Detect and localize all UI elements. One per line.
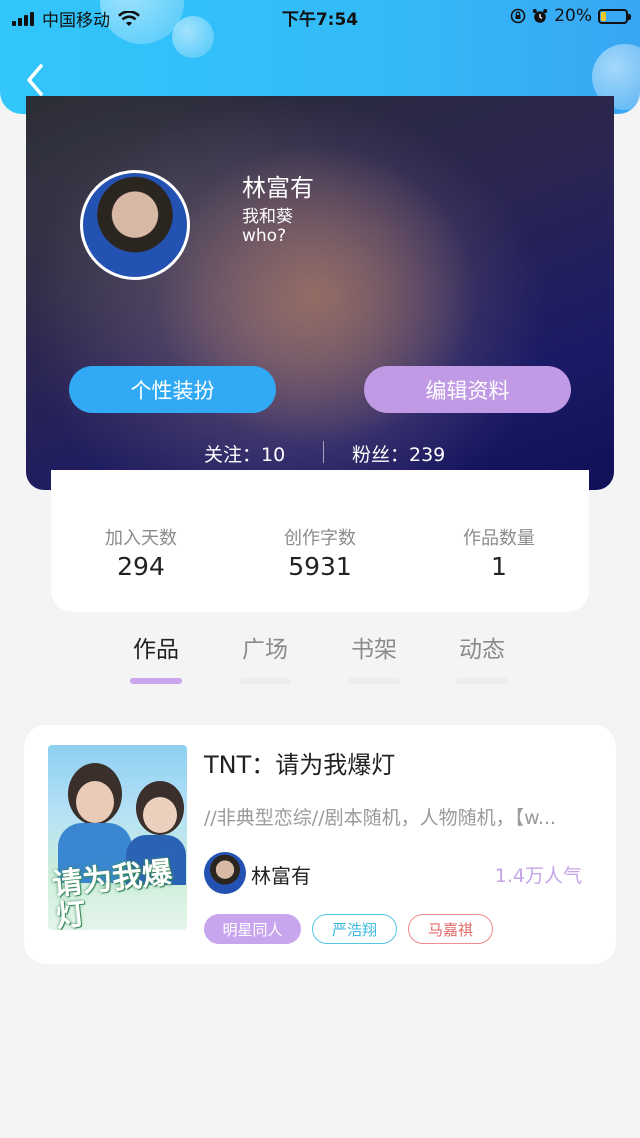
status-bar: 中国移动 下午7:54 20%	[0, 0, 640, 34]
stat-works-count: 作品数量 1	[409, 524, 589, 581]
tab-square[interactable]: 广场	[225, 630, 305, 684]
stat-word-count: 创作字数 5931	[230, 524, 410, 581]
battery-icon	[598, 8, 631, 24]
tab-label: 动态	[459, 637, 505, 663]
cover-title: 请为我爆灯	[50, 855, 174, 930]
stats-panel: 加入天数 294 创作字数 5931 作品数量 1	[51, 470, 589, 612]
stat-value: 5931	[288, 552, 352, 581]
tag-ma-jiaqi[interactable]: 马嘉祺	[408, 914, 493, 944]
author-avatar[interactable]	[204, 852, 246, 894]
stat-value: 294	[117, 552, 165, 581]
tab-bookshelf[interactable]: 书架	[334, 630, 414, 684]
work-card[interactable]: 请为我爆灯 TNT：请为我爆灯 //非典型恋综//剧本随机，人物随机，【w...…	[24, 725, 616, 964]
following-count[interactable]: 关注：10	[204, 440, 285, 467]
work-description: //非典型恋综//剧本随机，人物随机，【w...	[204, 807, 557, 829]
battery-percent: 20%	[554, 6, 592, 26]
stat-label: 创作字数	[284, 528, 356, 549]
divider	[323, 441, 324, 463]
tab-label: 书架	[351, 637, 397, 663]
tab-label: 广场	[242, 637, 288, 663]
alarm-icon	[532, 8, 548, 24]
tab-activity[interactable]: 动态	[442, 630, 522, 684]
avatar[interactable]	[80, 170, 190, 280]
tab-indicator	[130, 678, 182, 684]
tab-works[interactable]: 作品	[116, 630, 196, 684]
status-right: 20%	[510, 6, 631, 26]
work-cover-image[interactable]: 请为我爆灯	[48, 745, 187, 930]
follow-stats: 关注：10 粉丝：239	[26, 440, 614, 466]
stat-join-days: 加入天数 294	[51, 524, 231, 581]
profile-name: 林富有	[242, 174, 314, 202]
stat-value: 1	[491, 552, 507, 581]
profile-card: 林富有 我和葵 who? 个性装扮 编辑资料 关注：10 粉丝：239	[26, 96, 614, 490]
tab-label: 作品	[133, 637, 179, 663]
tab-indicator	[348, 678, 400, 684]
fans-count[interactable]: 粉丝：239	[352, 440, 445, 467]
profile-bio: 我和葵 who?	[242, 207, 293, 246]
popularity-count: 1.4万人气	[494, 865, 582, 887]
tab-bar: 作品 广场 书架 动态	[0, 630, 640, 690]
dress-up-button[interactable]: 个性装扮	[69, 366, 276, 413]
edit-profile-button[interactable]: 编辑资料	[364, 366, 571, 413]
tab-indicator	[456, 678, 508, 684]
stat-label: 加入天数	[105, 528, 177, 549]
work-title[interactable]: TNT：请为我爆灯	[204, 745, 395, 780]
stat-label: 作品数量	[463, 528, 535, 549]
tag-yan-haoxiang[interactable]: 严浩翔	[312, 914, 397, 944]
back-button[interactable]	[22, 62, 50, 98]
chevron-left-icon	[27, 64, 43, 96]
author-name[interactable]: 林富有	[251, 860, 311, 889]
tab-indicator	[239, 678, 291, 684]
tag-star-fanfic[interactable]: 明星同人	[204, 914, 301, 944]
rotation-lock-icon	[510, 8, 526, 24]
